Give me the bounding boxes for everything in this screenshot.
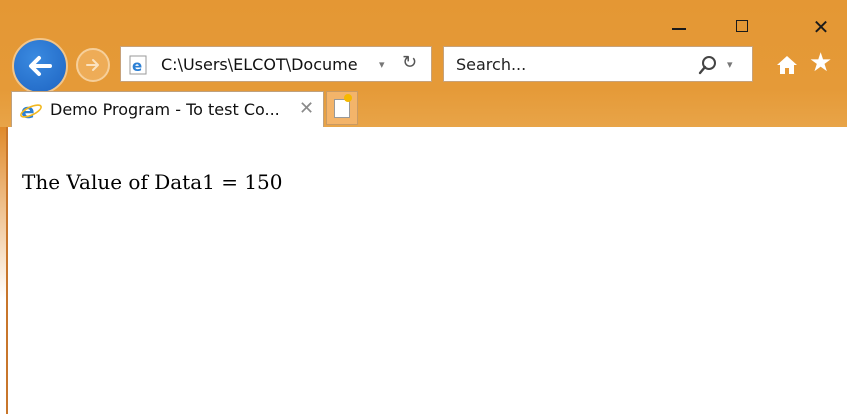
home-icon[interactable] bbox=[776, 54, 798, 76]
arrow-right-icon bbox=[86, 59, 99, 71]
search-box[interactable]: Search... ▾ bbox=[443, 46, 753, 82]
tab-demo-program[interactable]: e Demo Program - To test Co... ✕ bbox=[11, 91, 324, 127]
forward-button[interactable] bbox=[76, 48, 110, 82]
ie-logo-icon: e bbox=[20, 100, 42, 122]
minimize-button[interactable] bbox=[664, 14, 694, 40]
address-bar[interactable]: e C:\Users\ELCOT\Docume ▾ ↻ bbox=[120, 46, 432, 82]
favorites-star-icon[interactable]: ★ bbox=[809, 50, 832, 76]
search-input[interactable]: Search... bbox=[456, 55, 526, 74]
ie-page-icon: e bbox=[129, 55, 147, 75]
address-input[interactable]: C:\Users\ELCOT\Docume bbox=[161, 55, 373, 74]
svg-text:e: e bbox=[132, 57, 142, 75]
arrow-left-icon bbox=[29, 56, 52, 76]
maximize-button[interactable] bbox=[728, 14, 758, 40]
address-dropdown-icon[interactable]: ▾ bbox=[379, 58, 385, 71]
new-tab-button[interactable] bbox=[326, 91, 358, 125]
tab-close-icon[interactable]: ✕ bbox=[299, 98, 314, 119]
tab-title: Demo Program - To test Co... bbox=[50, 100, 280, 119]
new-tab-spark-icon bbox=[344, 94, 352, 102]
page-content-text: The Value of Data1 = 150 bbox=[22, 170, 283, 194]
minimize-icon bbox=[672, 28, 686, 30]
browser-chrome: ✕ e C:\Users\ELCOT\Docume ▾ ↻ Search... … bbox=[0, 0, 847, 127]
close-window-button[interactable]: ✕ bbox=[806, 14, 836, 40]
back-button[interactable] bbox=[12, 38, 68, 94]
maximize-icon bbox=[736, 20, 748, 32]
search-dropdown-icon[interactable]: ▾ bbox=[727, 58, 733, 71]
search-icon[interactable] bbox=[698, 55, 718, 75]
window-left-edge bbox=[0, 127, 8, 414]
refresh-icon[interactable]: ↻ bbox=[402, 52, 417, 73]
